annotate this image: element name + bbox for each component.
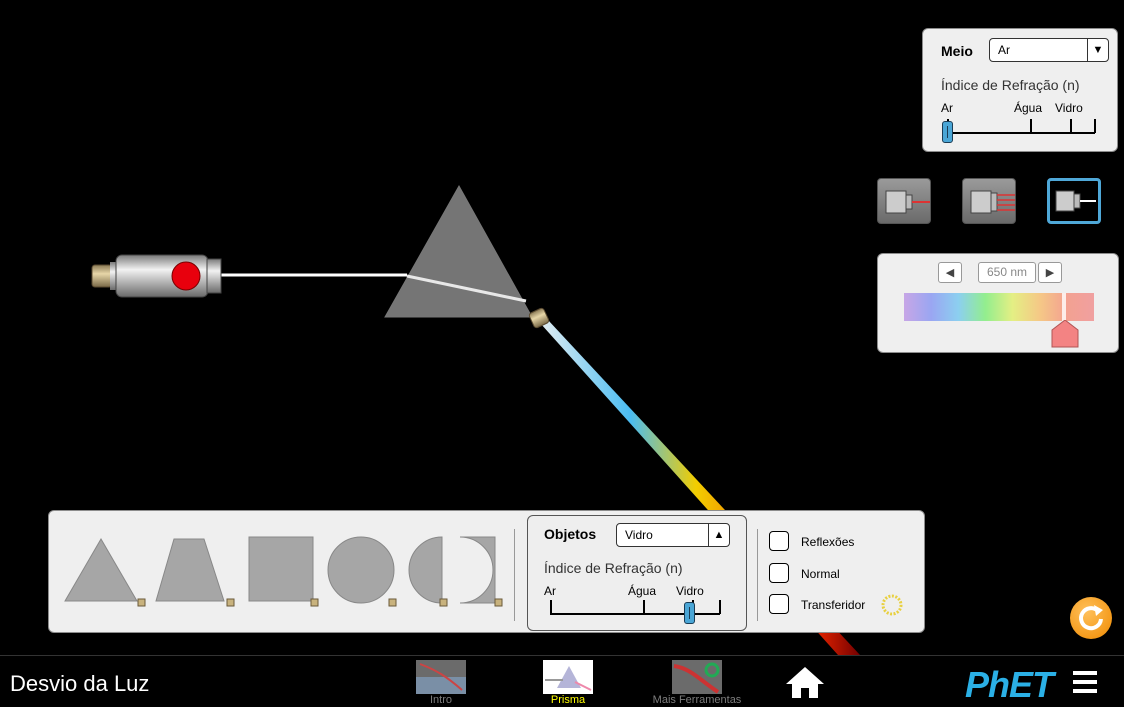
medium-tick-mark <box>1030 119 1032 133</box>
objects-tick-mark <box>719 600 721 614</box>
normal-checkbox[interactable] <box>769 563 789 583</box>
toolbox-divider <box>757 529 758 621</box>
square-prism-icon[interactable] <box>248 536 319 607</box>
medium-index-title: Índice de Refração (n) <box>941 77 1080 93</box>
more-tools-tab-icon <box>672 660 722 694</box>
prisma-tab-label: Prisma <box>550 694 586 706</box>
medium-combo[interactable]: Ar ▼ <box>989 38 1109 62</box>
hamburger-menu-icon[interactable] <box>1073 671 1097 693</box>
objects-tick-mark <box>643 600 645 614</box>
medium-tick-mark <box>1070 119 1072 133</box>
objects-title: Objetos <box>544 526 597 542</box>
multiple-rays-button[interactable] <box>962 178 1016 224</box>
reflections-label: Reflexões <box>801 535 855 549</box>
white-light-icon <box>1055 190 1096 212</box>
medium-tick-agua: Água <box>1014 101 1043 115</box>
navigation-bar: Desvio da Luz Intro Prisma Mais Ferramen… <box>0 655 1124 707</box>
chevron-down-icon[interactable]: ▼ <box>1087 39 1108 61</box>
objects-tick-mark <box>550 600 552 614</box>
single-ray-button[interactable] <box>877 178 931 224</box>
objects-tick-ar: Ar <box>544 584 556 598</box>
objects-index-title: Índice de Refração (n) <box>544 560 683 576</box>
home-icon[interactable] <box>783 664 827 700</box>
intro-tab-icon <box>416 660 466 694</box>
toolbox-divider <box>514 529 515 621</box>
reset-all-button[interactable] <box>1070 597 1112 639</box>
single-ray-icon <box>885 190 930 214</box>
objects-slider-thumb[interactable] <box>684 602 695 624</box>
medium-title: Meio <box>941 43 973 59</box>
medium-tick-vidro: Vidro <box>1055 101 1083 115</box>
medium-panel: Meio Ar ▼ Índice de Refração (n) Ar Água… <box>922 28 1118 152</box>
wavelength-panel: ◀ 650 nm ▶ <box>877 253 1119 353</box>
objects-medium-box: Objetos Vidro ▲ Índice de Refração (n) A… <box>527 515 747 631</box>
objects-combo-value: Vidro <box>625 528 653 542</box>
laser-device[interactable] <box>91 254 222 298</box>
medium-slider-thumb[interactable] <box>942 121 953 143</box>
shape-palette <box>64 536 503 607</box>
wavelength-slider-thumb[interactable] <box>1051 320 1079 348</box>
protractor-checkbox[interactable] <box>769 594 789 614</box>
more-tools-tab-label: Mais Ferramentas <box>652 694 742 706</box>
trapezoid-prism-icon[interactable] <box>155 538 235 607</box>
lens-prism-icon[interactable] <box>408 536 503 607</box>
medium-tick-mark <box>1094 119 1096 133</box>
app-title: Desvio da Luz <box>10 671 150 696</box>
objects-toolbox: Objetos Vidro ▲ Índice de Refração (n) A… <box>48 510 925 633</box>
medium-tick-ar: Ar <box>941 101 953 115</box>
reset-icon <box>1079 605 1103 631</box>
reflections-checkbox[interactable] <box>769 531 789 551</box>
chevron-up-icon[interactable]: ▲ <box>708 524 729 546</box>
objects-tick-vidro: Vidro <box>676 584 704 598</box>
phet-logo[interactable]: PhET <box>965 664 1054 706</box>
wavelength-value: 650 nm <box>978 262 1036 283</box>
wavelength-decrease-button[interactable]: ◀ <box>938 262 962 283</box>
intro-tab-label: Intro <box>429 694 452 706</box>
laser-power-button[interactable] <box>171 261 201 291</box>
protractor-icon <box>881 594 903 616</box>
protractor-label: Transferidor <box>801 598 866 612</box>
multiple-rays-icon <box>970 190 1015 214</box>
medium-combo-value: Ar <box>998 43 1010 57</box>
circle-prism-icon[interactable] <box>327 536 397 607</box>
prism-tab-icon <box>543 660 593 694</box>
normal-label: Normal <box>801 567 840 581</box>
white-light-button[interactable] <box>1047 178 1101 224</box>
medium-slider-track[interactable] <box>947 132 1095 134</box>
triangle-prism-icon[interactable] <box>64 538 146 607</box>
wavelength-marker <box>1062 293 1066 321</box>
wavelength-increase-button[interactable]: ▶ <box>1038 262 1062 283</box>
objects-tick-agua: Água <box>628 584 657 598</box>
objects-medium-combo[interactable]: Vidro ▲ <box>616 523 730 547</box>
